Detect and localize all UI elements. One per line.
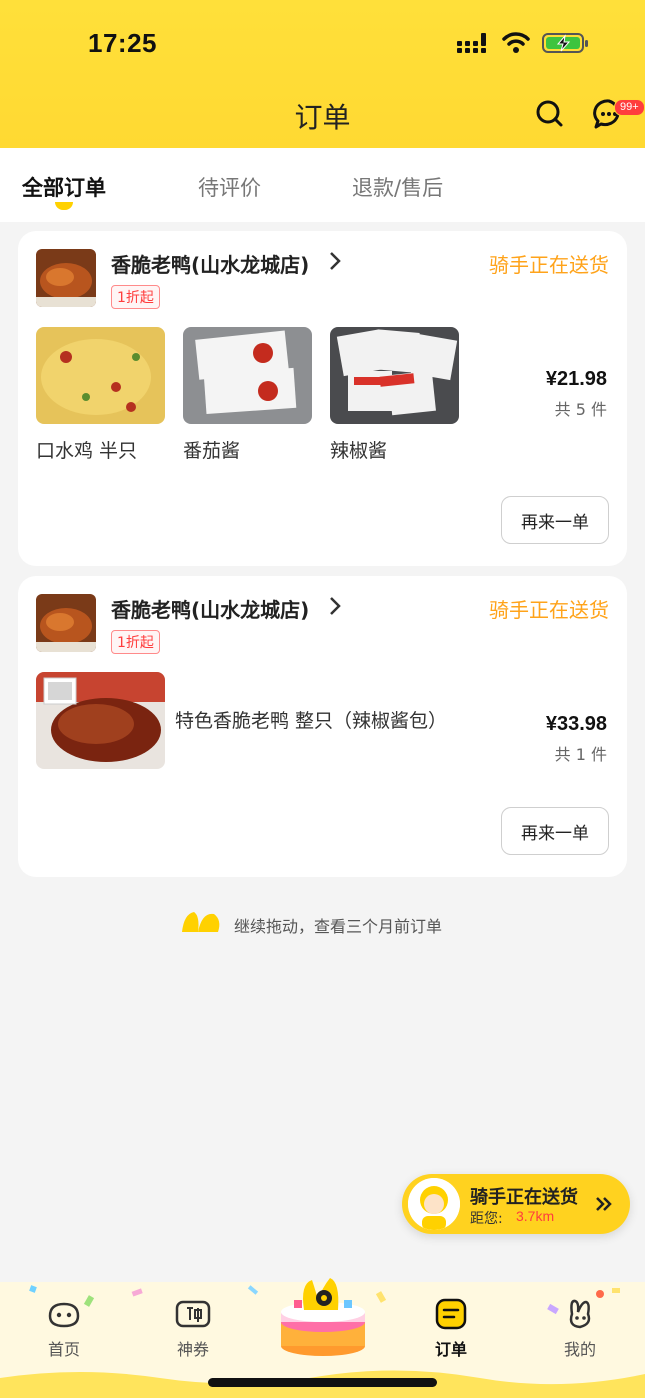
nav-label: 我的 bbox=[563, 1340, 596, 1359]
tab-all-orders[interactable]: 全部订单 bbox=[22, 172, 106, 202]
order-item-count: 共 5 件 bbox=[554, 400, 607, 419]
cake-center-icon[interactable] bbox=[278, 1270, 368, 1358]
order-price: ¥33.98 bbox=[545, 713, 607, 735]
wifi-icon bbox=[502, 32, 530, 53]
search-icon[interactable] bbox=[533, 97, 567, 131]
product-item[interactable]: 番茄酱 bbox=[183, 327, 312, 463]
double-chevron-right-icon bbox=[596, 1197, 612, 1211]
nav-orders[interactable]: 订单 bbox=[411, 1298, 491, 1360]
shop-name[interactable]: 香脆老鸭(山水龙城店) bbox=[111, 594, 309, 623]
nav-label: 首页 bbox=[47, 1340, 80, 1359]
nav-label: 订单 bbox=[434, 1340, 467, 1359]
order-tabs: 全部订单 待评价 退款/售后 bbox=[0, 148, 645, 222]
rider-distance-label: 距您: bbox=[470, 1211, 503, 1227]
order-card[interactable]: 香脆老鸭(山水龙城店) 骑手正在送货 1折起 特色香脆老鸭 整只（辣椒酱包） ¥… bbox=[18, 576, 627, 877]
order-status: 骑手正在送货 bbox=[489, 253, 609, 277]
nav-coupons[interactable]: 神券 bbox=[153, 1298, 233, 1360]
signal-icon bbox=[457, 33, 486, 53]
message-badge: 99+ bbox=[614, 99, 645, 116]
discount-tag: 1折起 bbox=[111, 285, 160, 309]
product-name: 辣椒酱 bbox=[330, 440, 388, 462]
load-older-text: 继续拖动，查看三个月前订单 bbox=[234, 917, 443, 936]
order-item-count: 共 1 件 bbox=[554, 745, 607, 764]
reorder-button[interactable]: 再来一单 bbox=[501, 496, 609, 544]
order-price: ¥21.98 bbox=[545, 368, 607, 390]
nav-profile[interactable]: 我的 bbox=[540, 1298, 620, 1360]
home-icon bbox=[48, 1302, 80, 1328]
shop-thumbnail[interactable] bbox=[36, 594, 96, 652]
shop-name[interactable]: 香脆老鸭(山水龙城店) bbox=[111, 249, 309, 278]
app-header: 17:25 订单 99+ bbox=[0, 0, 645, 148]
product-name: 特色香脆老鸭 整只（辣椒酱包） bbox=[175, 710, 448, 732]
reorder-button[interactable]: 再来一单 bbox=[501, 807, 609, 855]
chevron-right-icon[interactable] bbox=[326, 250, 344, 272]
status-time: 17:25 bbox=[88, 28, 157, 58]
rider-distance: 3.7km bbox=[516, 1208, 555, 1224]
nav-home[interactable]: 首页 bbox=[24, 1298, 104, 1360]
rider-title: 骑手正在送货 bbox=[470, 1187, 578, 1208]
product-item[interactable]: 辣椒酱 bbox=[330, 327, 459, 463]
load-older-hint[interactable]: 继续拖动，查看三个月前订单 bbox=[180, 906, 480, 938]
rider-avatar bbox=[408, 1178, 460, 1230]
coupon-icon bbox=[175, 1300, 211, 1328]
product-image bbox=[183, 327, 312, 424]
product-image bbox=[36, 327, 165, 424]
order-card[interactable]: 香脆老鸭(山水龙城店) 骑手正在送货 1折起 口水鸡 半只 番茄酱 辣椒酱 ¥2… bbox=[18, 231, 627, 566]
nav-label: 神券 bbox=[176, 1340, 209, 1359]
tab-refund[interactable]: 退款/售后 bbox=[352, 172, 443, 202]
shop-thumbnail[interactable] bbox=[36, 249, 96, 307]
profile-icon bbox=[569, 1299, 591, 1329]
rider-status-card[interactable]: 骑手正在送货 距您: 3.7km bbox=[402, 1174, 630, 1234]
mascot-ears-icon bbox=[182, 912, 220, 932]
product-item[interactable]: 口水鸡 半只 bbox=[36, 327, 165, 463]
product-image bbox=[330, 327, 459, 424]
tab-to-review[interactable]: 待评价 bbox=[198, 172, 261, 202]
product-name: 番茄酱 bbox=[183, 440, 241, 462]
tab-indicator bbox=[55, 202, 73, 210]
product-item[interactable] bbox=[36, 672, 165, 773]
order-status: 骑手正在送货 bbox=[489, 598, 609, 622]
battery-icon bbox=[542, 33, 588, 53]
product-name: 口水鸡 半只 bbox=[36, 440, 138, 462]
order-icon bbox=[435, 1298, 467, 1330]
chevron-right-icon[interactable] bbox=[326, 595, 344, 617]
home-indicator bbox=[208, 1378, 437, 1387]
discount-tag: 1折起 bbox=[111, 630, 160, 654]
product-image bbox=[36, 672, 165, 769]
